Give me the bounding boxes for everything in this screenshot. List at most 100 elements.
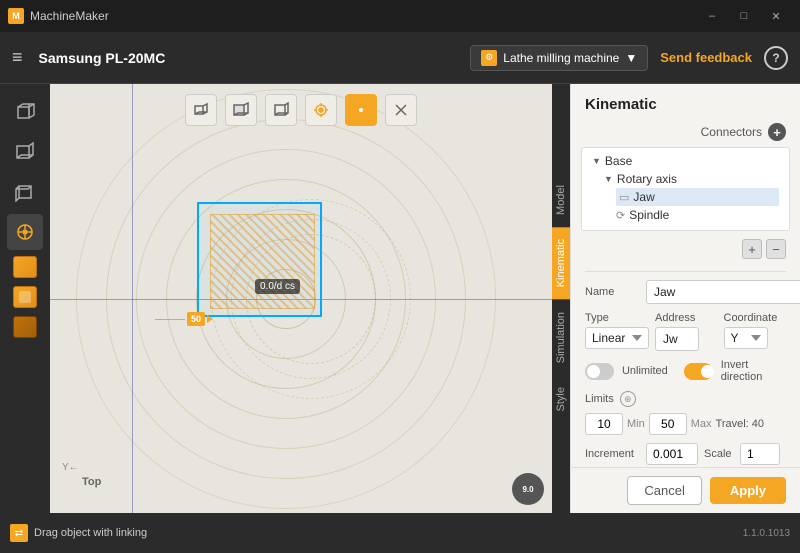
- tree-remove-button[interactable]: −: [766, 239, 786, 259]
- type-col: Type Linear Rotary: [585, 312, 649, 349]
- connectors-label: Connectors: [701, 125, 762, 139]
- address-input[interactable]: [655, 327, 699, 351]
- version-label: 1.1.0.1013: [743, 528, 790, 539]
- cube-orange-1[interactable]: [13, 256, 37, 278]
- menu-icon[interactable]: ≡: [12, 47, 23, 68]
- view-top-label: Top: [82, 476, 101, 488]
- tool-cross[interactable]: [385, 94, 417, 126]
- titlebar: M MachineMaker – □ ✕: [0, 0, 800, 32]
- tree-item-base[interactable]: ▼ Base: [592, 152, 779, 170]
- tab-model[interactable]: Model: [552, 173, 570, 227]
- cancel-button[interactable]: Cancel: [627, 476, 701, 505]
- tab-simulation[interactable]: Simulation: [552, 300, 570, 375]
- view-icon-front[interactable]: [7, 134, 43, 170]
- invert-toggle[interactable]: [684, 363, 713, 380]
- cube-orange-2[interactable]: [13, 286, 37, 308]
- tree-item-jaw[interactable]: ▭ Jaw: [616, 188, 779, 206]
- app-title: MachineMaker: [30, 9, 696, 23]
- divider-1: [585, 271, 786, 272]
- name-input[interactable]: [646, 280, 800, 304]
- scale-input[interactable]: [740, 443, 780, 465]
- add-connector-button[interactable]: +: [768, 123, 786, 141]
- tool-box1[interactable]: [185, 94, 217, 126]
- canvas-toolbar: [50, 94, 552, 126]
- name-label: Name: [585, 286, 640, 298]
- view-icon-rotate[interactable]: [7, 214, 43, 250]
- scale-label: Scale: [704, 448, 734, 460]
- increment-input[interactable]: [646, 443, 698, 465]
- limits-row: Min Max Travel: 40: [585, 413, 786, 435]
- right-panel: Kinematic Connectors + ▼ Base ▼ Rotary a…: [570, 84, 800, 513]
- panel-title: Kinematic: [571, 84, 800, 121]
- increment-row: Increment Scale: [585, 443, 786, 465]
- form-section: Name ··· Type Linear Rotary Address: [571, 276, 800, 467]
- view-icon-side[interactable]: [7, 174, 43, 210]
- tree-arrow-rotary: ▼: [604, 174, 613, 184]
- type-address-row: Type Linear Rotary Address Coordinate Y …: [585, 312, 786, 351]
- increment-label: Increment: [585, 448, 640, 460]
- arrow-value: 50: [187, 312, 205, 326]
- view-icon-perspective[interactable]: [7, 94, 43, 130]
- tree-item-jaw-label: Jaw: [633, 190, 654, 204]
- invert-label: Invert direction: [721, 359, 786, 383]
- apply-button[interactable]: Apply: [710, 477, 786, 504]
- panel-footer: Cancel Apply: [571, 467, 800, 513]
- cube-orange-3[interactable]: [13, 316, 37, 338]
- vertical-tabs: Model Kinematic Simulation Style: [552, 84, 570, 513]
- toolbar: ≡ Samsung PL-20MC ⚙ Lathe milling machin…: [0, 32, 800, 84]
- tree-icon-spindle: ⟳: [616, 209, 625, 222]
- send-feedback-button[interactable]: Send feedback: [660, 50, 752, 65]
- name-row: Name ···: [585, 280, 786, 304]
- address-label: Address: [655, 312, 718, 324]
- tree-controls: + −: [571, 237, 800, 267]
- coordinate-select[interactable]: Y X Z: [724, 327, 768, 349]
- travel-label: Travel: 40: [716, 418, 765, 430]
- main-content: 0.0/d cs 50 Top Y← 9.0 Model Kinematic S…: [0, 84, 800, 513]
- maximize-button[interactable]: □: [728, 0, 760, 32]
- type-label: Type: [585, 312, 649, 324]
- tree-item-spindle[interactable]: ⟳ Spindle: [616, 206, 779, 224]
- cs-label: 0.0/d cs: [255, 279, 300, 294]
- machine-type-label: Lathe milling machine: [503, 51, 619, 65]
- tab-style[interactable]: Style: [552, 375, 570, 423]
- limit-max-input[interactable]: [649, 413, 687, 435]
- window-controls: – □ ✕: [696, 0, 792, 32]
- tree-item-base-label: Base: [605, 154, 632, 168]
- tool-dot[interactable]: [345, 94, 377, 126]
- coordinate-label: Coordinate: [724, 312, 787, 324]
- tool-box2[interactable]: [225, 94, 257, 126]
- tree-add-button[interactable]: +: [742, 239, 762, 259]
- tree-item-spindle-label: Spindle: [629, 208, 669, 222]
- 3d-scene: 0.0/d cs 50 Top Y←: [50, 84, 552, 513]
- type-select[interactable]: Linear Rotary: [585, 327, 649, 349]
- y-axis-label: Y←: [62, 462, 79, 473]
- tool-target[interactable]: [305, 94, 337, 126]
- limit-max-label: Max: [691, 418, 712, 430]
- status-icon: ⇄: [10, 524, 28, 542]
- tree-arrow-base: ▼: [592, 156, 601, 166]
- tool-box3[interactable]: [265, 94, 297, 126]
- kinematic-tree: ▼ Base ▼ Rotary axis ▭ Jaw ⟳ Spindle: [581, 147, 790, 231]
- tree-item-rotary[interactable]: ▼ Rotary axis: [604, 170, 779, 188]
- coordinate-col: Coordinate Y X Z: [724, 312, 787, 349]
- bottom-bar: ⇄ Drag object with linking 1.1.0.1013: [0, 513, 800, 553]
- close-button[interactable]: ✕: [760, 0, 792, 32]
- limit-min-input[interactable]: [585, 413, 623, 435]
- machine-type-selector[interactable]: ⚙ Lathe milling machine ▼: [470, 45, 648, 71]
- tab-kinematic[interactable]: Kinematic: [552, 227, 570, 299]
- unlimited-toggle[interactable]: [585, 363, 614, 380]
- lathe-icon: ⚙: [481, 50, 497, 66]
- help-button[interactable]: ?: [764, 46, 788, 70]
- arrow-indicator: 50: [155, 312, 213, 326]
- limits-icon[interactable]: ⊕: [620, 391, 636, 407]
- limits-label: Limits: [585, 393, 614, 405]
- limit-min-label: Min: [627, 418, 645, 430]
- unlimited-label: Unlimited: [622, 365, 668, 377]
- connectors-row: Connectors +: [571, 121, 800, 147]
- view-tabs: [0, 84, 50, 513]
- status-text: Drag object with linking: [34, 527, 737, 539]
- machine-type-chevron: ▼: [625, 51, 637, 65]
- minimize-button[interactable]: –: [696, 0, 728, 32]
- canvas-area[interactable]: 0.0/d cs 50 Top Y← 9.0: [50, 84, 552, 513]
- tree-item-rotary-label: Rotary axis: [617, 172, 677, 186]
